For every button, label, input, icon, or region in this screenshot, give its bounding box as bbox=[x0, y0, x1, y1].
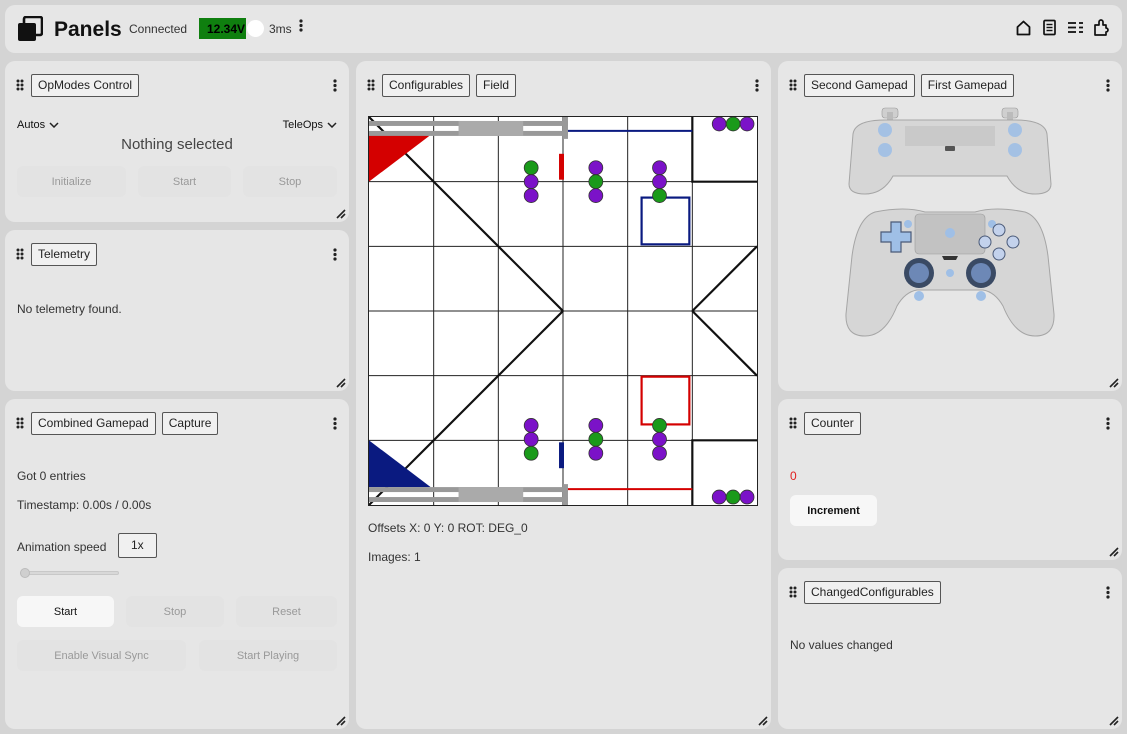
battery-indicator: 12.34V bbox=[199, 18, 264, 39]
tab-counter[interactable]: Counter bbox=[804, 412, 861, 435]
field-images-count: Images: 1 bbox=[368, 550, 421, 564]
telemetry-empty-message: No telemetry found. bbox=[17, 302, 122, 316]
resize-handle-icon[interactable] bbox=[758, 716, 768, 726]
increment-button[interactable]: Increment bbox=[790, 495, 877, 526]
panel-menu-icon[interactable] bbox=[1106, 79, 1110, 92]
gamepad-top-view bbox=[848, 107, 1052, 195]
gamepads-panel: Second Gamepad First Gamepad bbox=[778, 61, 1122, 391]
panel-tabs: Configurables Field bbox=[382, 74, 517, 97]
stop-button[interactable]: Stop bbox=[126, 596, 224, 627]
timestamp: Timestamp: 0.00s / 0.00s bbox=[17, 498, 152, 512]
panel-menu-icon[interactable] bbox=[1106, 417, 1110, 430]
drag-handle-icon[interactable] bbox=[367, 79, 375, 91]
drag-handle-icon[interactable] bbox=[789, 586, 797, 598]
gamepad-front-view bbox=[845, 208, 1055, 337]
drag-handle-icon[interactable] bbox=[16, 79, 24, 91]
slider-track bbox=[20, 571, 119, 575]
tab-configurables[interactable]: Configurables bbox=[382, 74, 471, 97]
reset-button[interactable]: Reset bbox=[236, 596, 337, 627]
list-settings-icon[interactable] bbox=[1067, 19, 1084, 36]
enable-visual-sync-button[interactable]: Enable Visual Sync bbox=[17, 640, 186, 671]
drag-handle-icon[interactable] bbox=[789, 79, 797, 91]
animation-speed-label: Animation speed bbox=[17, 540, 107, 554]
battery-voltage: 12.34V bbox=[206, 22, 246, 36]
tab-second-gamepad[interactable]: Second Gamepad bbox=[804, 74, 915, 97]
panel-menu-icon[interactable] bbox=[333, 248, 337, 261]
combined-gamepad-panel: Combined Gamepad Capture Got 0 entries T… bbox=[5, 399, 349, 729]
playback-slider[interactable] bbox=[20, 568, 119, 578]
panel-tabs: Combined Gamepad Capture bbox=[31, 412, 219, 435]
slider-thumb[interactable] bbox=[20, 568, 30, 578]
blue-bottom-marker bbox=[559, 442, 564, 469]
changed-configurables-panel: ChangedConfigurables No values changed bbox=[778, 568, 1122, 729]
red-goal bbox=[369, 134, 431, 182]
blue-goal bbox=[369, 440, 431, 488]
resize-handle-icon[interactable] bbox=[336, 716, 346, 726]
chevron-down-icon bbox=[327, 122, 337, 128]
resize-handle-icon[interactable] bbox=[1109, 716, 1119, 726]
field-panel: Configurables Field Offsets X: 0 Y: 0 RO… bbox=[356, 61, 771, 729]
opmode-status: Nothing selected bbox=[121, 136, 233, 153]
tab-telemetry[interactable]: Telemetry bbox=[31, 243, 98, 266]
chevron-down-icon bbox=[49, 122, 59, 128]
panels-logo-icon bbox=[18, 16, 43, 41]
tab-combined-gamepad[interactable]: Combined Gamepad bbox=[31, 412, 156, 435]
top-bar: Panels Connected 12.34V 3ms bbox=[5, 5, 1122, 53]
home-icon[interactable] bbox=[1015, 19, 1032, 36]
app-title: Panels bbox=[54, 18, 122, 41]
tab-changed-configurables[interactable]: ChangedConfigurables bbox=[804, 581, 941, 604]
counter-value: 0 bbox=[790, 469, 797, 483]
tab-first-gamepad[interactable]: First Gamepad bbox=[920, 74, 1015, 97]
teleops-label: TeleOps bbox=[282, 119, 323, 131]
panel-tabs: Second Gamepad First Gamepad bbox=[804, 74, 1015, 97]
autos-label: Autos bbox=[17, 119, 46, 131]
field-offsets: Offsets X: 0 Y: 0 ROT: DEG_0 bbox=[368, 521, 528, 535]
more-vertical-icon[interactable] bbox=[299, 19, 303, 32]
panel-tabs: Telemetry bbox=[31, 243, 98, 266]
no-changes-message: No values changed bbox=[790, 638, 893, 652]
resize-handle-icon[interactable] bbox=[336, 378, 346, 388]
start-button[interactable]: Start bbox=[17, 596, 114, 627]
latency: 3ms bbox=[269, 22, 292, 36]
panel-menu-icon[interactable] bbox=[755, 79, 759, 92]
drag-handle-icon[interactable] bbox=[16, 417, 24, 429]
start-button[interactable]: Start bbox=[138, 166, 231, 197]
field-view[interactable] bbox=[368, 116, 758, 506]
tab-opmodes-control[interactable]: OpModes Control bbox=[31, 74, 140, 97]
drag-handle-icon[interactable] bbox=[789, 417, 797, 429]
blue-zone bbox=[640, 196, 691, 246]
drag-handle-icon[interactable] bbox=[16, 248, 24, 260]
tab-capture[interactable]: Capture bbox=[161, 412, 219, 435]
resize-handle-icon[interactable] bbox=[1109, 378, 1119, 388]
start-playing-button[interactable]: Start Playing bbox=[199, 640, 337, 671]
red-zone bbox=[640, 375, 691, 426]
red-top-marker bbox=[559, 153, 564, 180]
animation-speed-button[interactable]: 1x bbox=[118, 533, 157, 558]
panel-tabs: Counter bbox=[804, 412, 861, 435]
entries-count: Got 0 entries bbox=[17, 469, 86, 483]
counter-panel: Counter 0 Increment bbox=[778, 399, 1122, 560]
panel-menu-icon[interactable] bbox=[333, 79, 337, 92]
panel-tabs: ChangedConfigurables bbox=[804, 581, 941, 604]
autos-dropdown[interactable]: Autos bbox=[17, 119, 59, 131]
opmodes-panel: OpModes Control Autos TeleOps Nothing se… bbox=[5, 61, 349, 222]
resize-handle-icon[interactable] bbox=[336, 209, 346, 219]
tab-field[interactable]: Field bbox=[476, 74, 517, 97]
top-icons bbox=[1015, 19, 1110, 36]
teleops-dropdown[interactable]: TeleOps bbox=[283, 119, 337, 131]
stop-button[interactable]: Stop bbox=[243, 166, 337, 197]
resize-handle-icon[interactable] bbox=[1109, 547, 1119, 557]
panel-tabs: OpModes Control bbox=[31, 74, 140, 97]
connection-status: Connected bbox=[129, 22, 188, 36]
panel-menu-icon[interactable] bbox=[333, 417, 337, 430]
plugin-icon[interactable] bbox=[1093, 19, 1110, 36]
telemetry-panel: Telemetry No telemetry found. bbox=[5, 230, 349, 391]
panel-menu-icon[interactable] bbox=[1106, 586, 1110, 599]
document-icon[interactable] bbox=[1041, 19, 1058, 36]
initialize-button[interactable]: Initialize bbox=[17, 166, 126, 197]
